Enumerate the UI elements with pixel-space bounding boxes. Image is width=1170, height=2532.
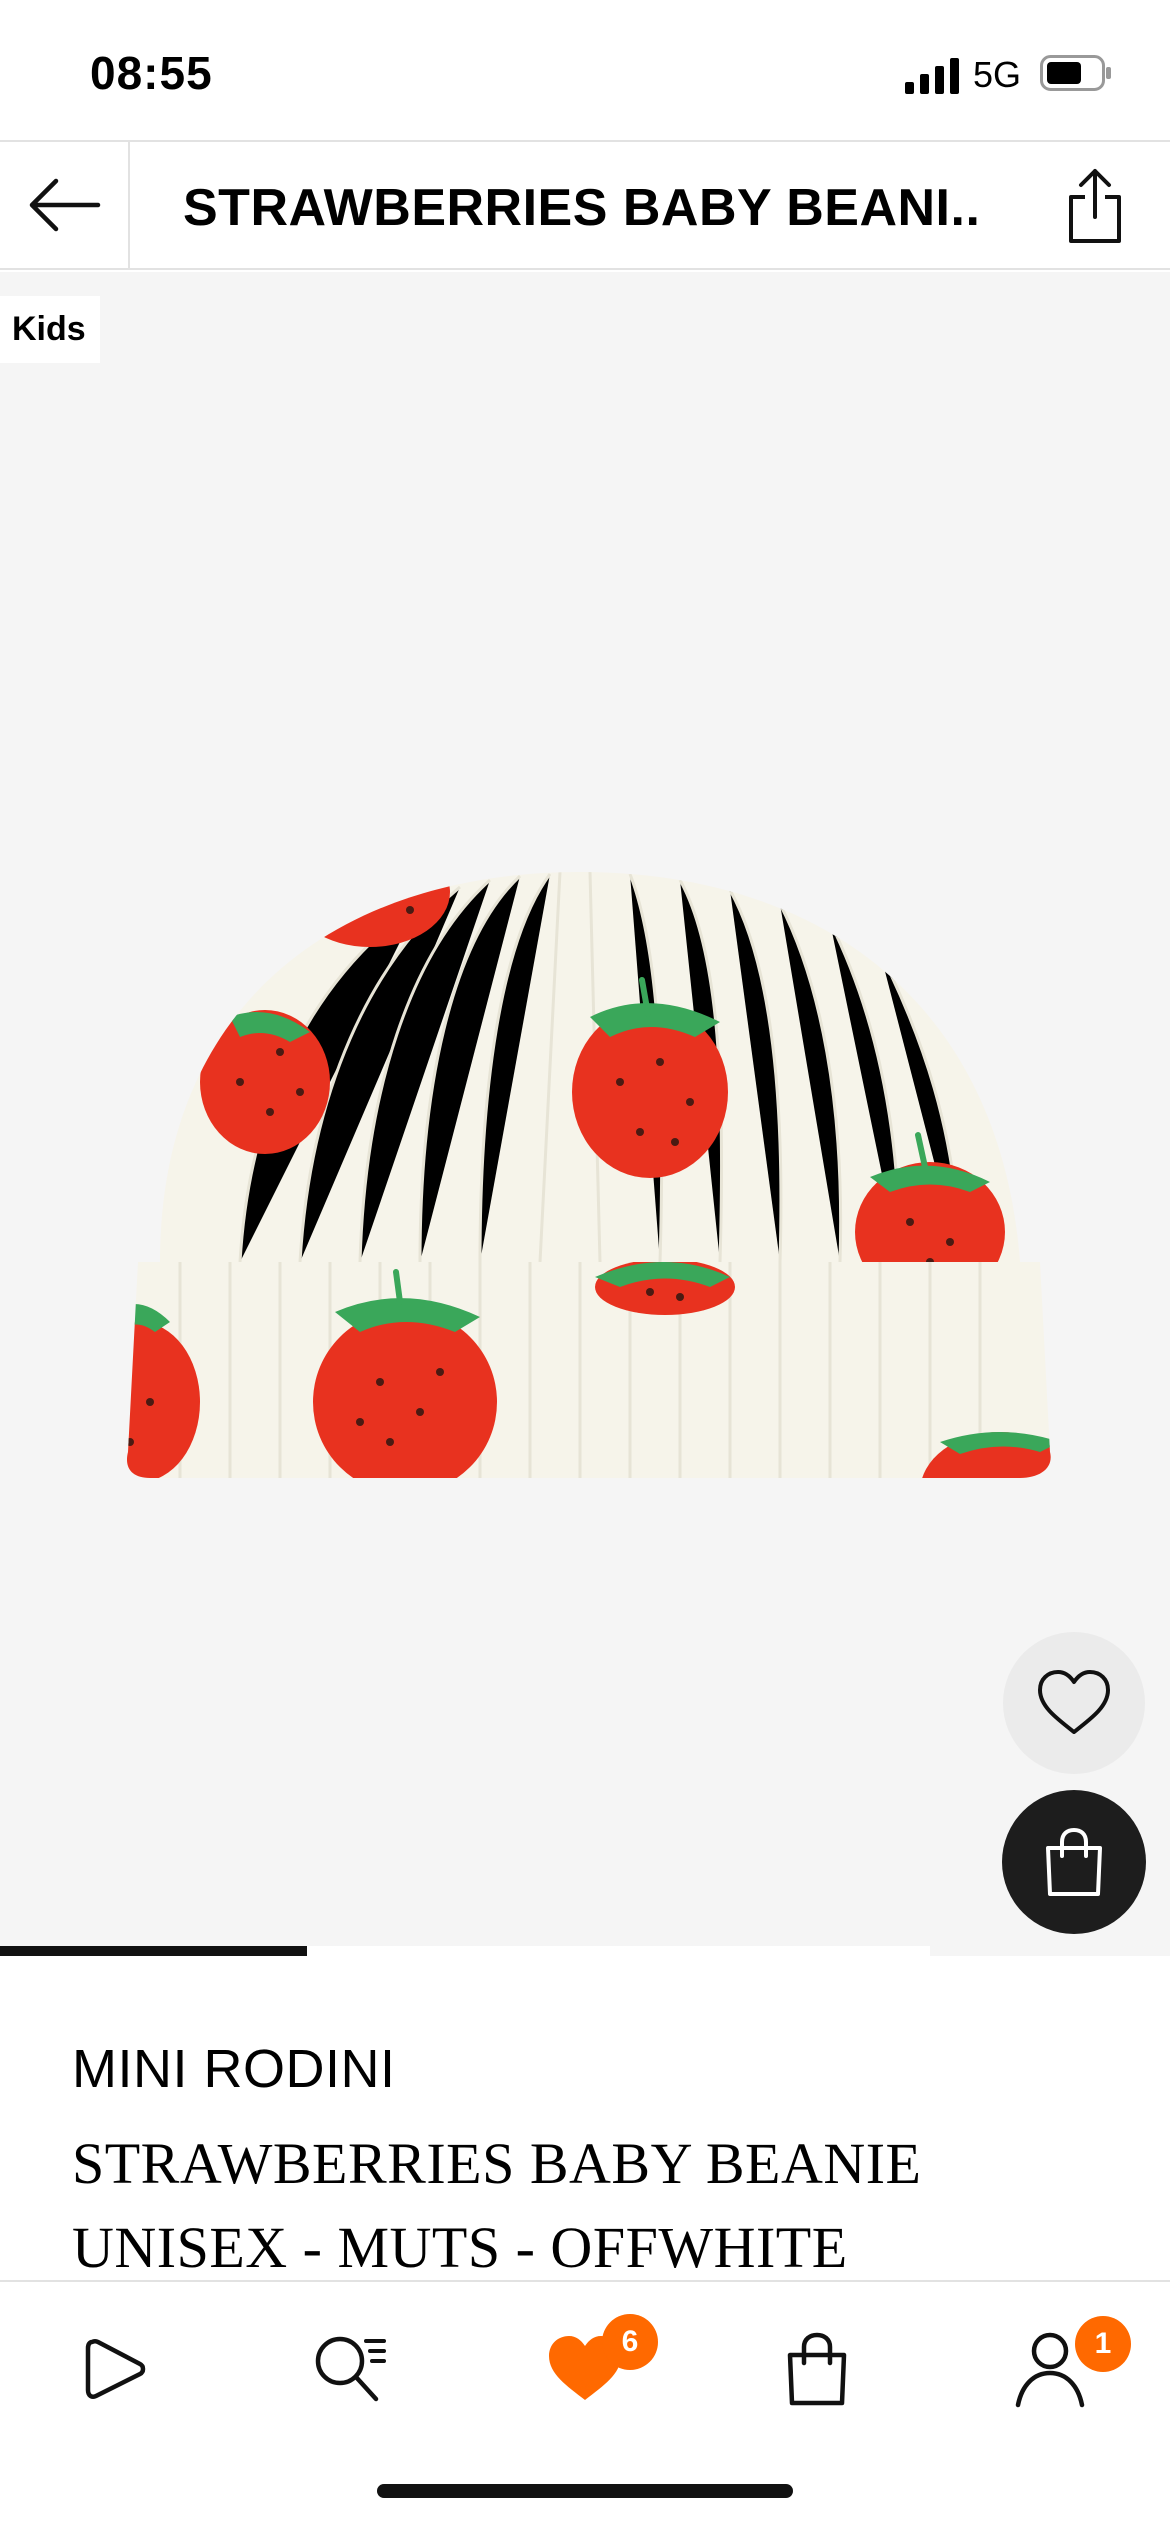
battery-icon (1040, 55, 1111, 91)
page-title: STRAWBERRIES BABY BEANI... (183, 179, 983, 237)
status-bar: 08:55 5G (0, 0, 1170, 140)
tab-account[interactable]: 1 (995, 2314, 1131, 2424)
product-name: STRAWBERRIES BABY BEANIE UNISEX - MUTS -… (72, 2122, 1132, 2290)
strawberry-beanie-image (126, 872, 1051, 1478)
tab-bag[interactable] (762, 2314, 872, 2424)
shopping-bag-icon (787, 2332, 847, 2406)
tab-wishlist[interactable]: 6 (530, 2314, 658, 2424)
arrow-left-icon (29, 178, 101, 232)
tab-search[interactable] (295, 2314, 405, 2424)
heart-icon (1038, 1670, 1110, 1734)
tab-home[interactable] (60, 2314, 170, 2424)
product-name-line-2: UNISEX - MUTS - OFFWHITE (72, 2215, 848, 2280)
home-indicator[interactable] (377, 2484, 793, 2498)
add-to-wishlist-button[interactable] (1003, 1632, 1145, 1774)
wishlist-count-badge: 6 (602, 2314, 658, 2370)
network-type: 5G (973, 54, 1022, 95)
account-notification-badge: 1 (1075, 2316, 1131, 2372)
carousel-progress-bar (0, 1946, 930, 1956)
product-brand[interactable]: MINI RODINI (72, 2038, 396, 2100)
share-button[interactable] (1060, 164, 1130, 248)
cellular-signal-icon (905, 58, 959, 94)
product-name-line-1: STRAWBERRIES BABY BEANIE (72, 2131, 922, 2196)
carousel-progress-fill (0, 1946, 307, 1956)
category-tag: Kids (0, 296, 100, 363)
status-time: 08:55 (90, 47, 213, 99)
product-image-gallery[interactable]: Kids (0, 272, 1170, 1956)
search-icon (315, 2336, 386, 2402)
share-icon (1069, 169, 1121, 243)
home-logo-icon (85, 2339, 146, 2399)
shopping-bag-icon (1046, 1827, 1102, 1896)
back-button[interactable] (0, 142, 130, 268)
top-navigation-bar: STRAWBERRIES BABY BEANI... (0, 140, 1170, 270)
add-to-bag-button[interactable] (1002, 1790, 1146, 1934)
product-info: MINI RODINI STRAWBERRIES BABY BEANIE UNI… (0, 1956, 1170, 2280)
